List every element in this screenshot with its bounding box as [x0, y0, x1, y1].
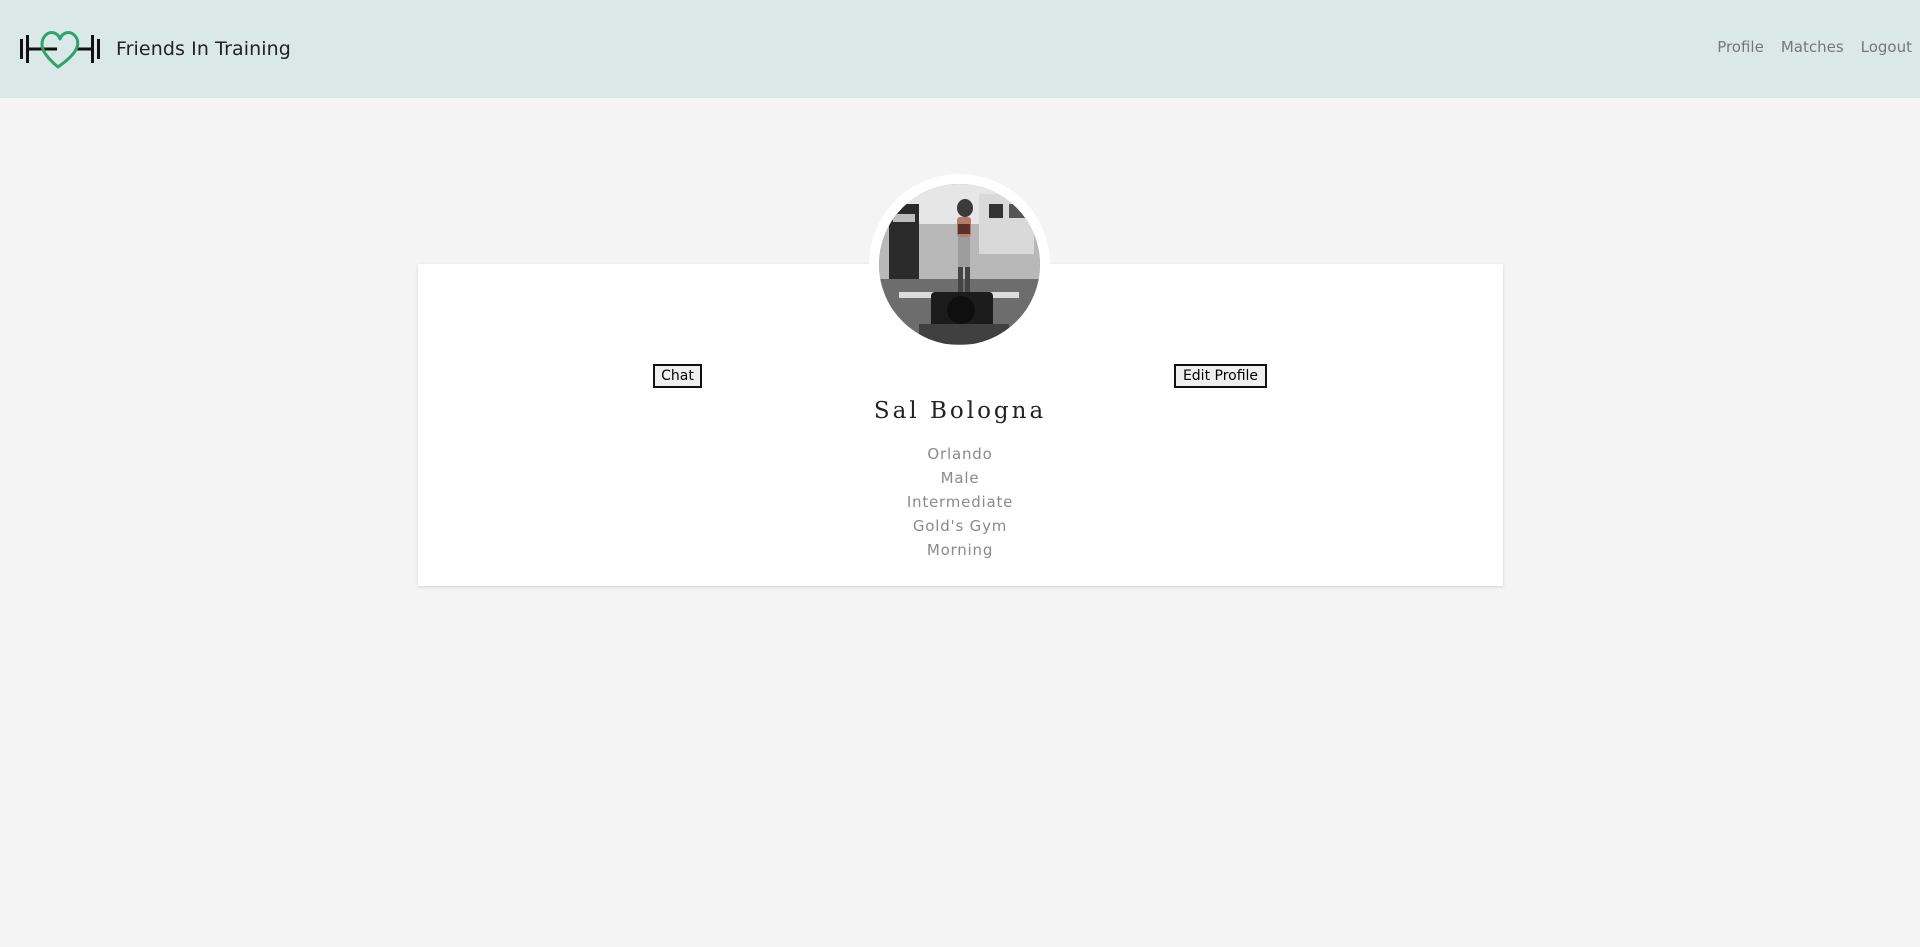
nav-matches-link[interactable]: Matches [1781, 38, 1844, 56]
nav-profile-link[interactable]: Profile [1717, 38, 1764, 56]
avatar [879, 184, 1040, 345]
edit-profile-button[interactable]: Edit Profile [1174, 364, 1267, 388]
brand-link[interactable]: Friends In Training [18, 25, 291, 73]
avatar-photo [879, 184, 1040, 345]
detail-experience: Intermediate [906, 493, 1014, 511]
profile-details: Orlando Male Intermediate Gold's Gym Mor… [760, 442, 1160, 562]
nav-logout-link[interactable]: Logout [1861, 38, 1912, 56]
brand-title: Friends In Training [116, 38, 291, 60]
nav-links: Profile Matches Logout [1700, 38, 1912, 56]
detail-gym: Gold's Gym [912, 517, 1008, 535]
detail-time: Morning [926, 541, 994, 559]
avatar-frame [869, 174, 1050, 355]
profile-name: Sal Bologna [873, 398, 1047, 424]
dumbbell-heart-icon [20, 31, 100, 69]
detail-location: Orlando [927, 445, 993, 463]
detail-gender: Male [940, 469, 980, 487]
navbar: Friends In Training Profile Matches Logo… [0, 0, 1920, 98]
chat-button[interactable]: Chat [653, 364, 702, 388]
